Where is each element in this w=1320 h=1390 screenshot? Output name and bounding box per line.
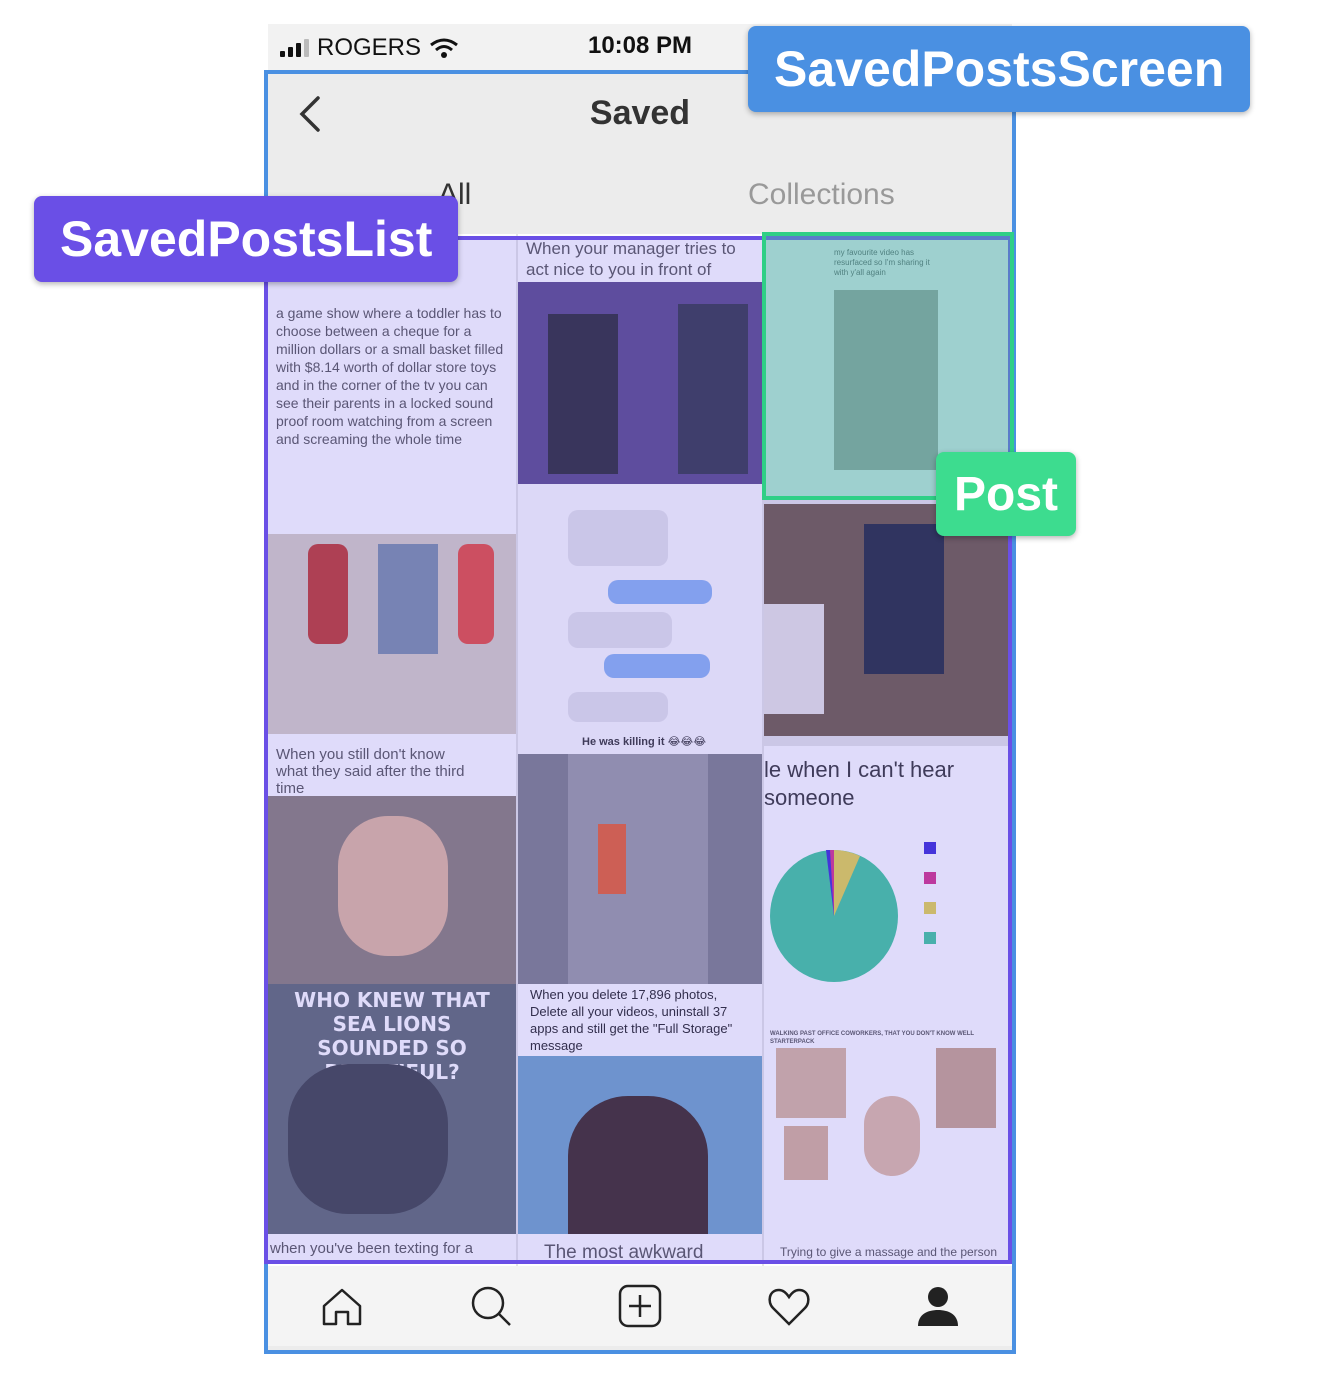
home-icon[interactable]: [318, 1282, 366, 1330]
tab-collections[interactable]: Collections: [748, 178, 895, 212]
profile-icon[interactable]: [914, 1282, 962, 1330]
post-label: Post: [936, 452, 1077, 536]
saved-posts-list-label: SavedPostsList: [34, 196, 459, 282]
bottom-tab-bar: [268, 1266, 1012, 1346]
search-icon[interactable]: [467, 1282, 515, 1330]
saved-posts-screen-label: SavedPostsScreen: [748, 26, 1251, 112]
add-post-icon[interactable]: [616, 1282, 664, 1330]
heart-icon[interactable]: [765, 1282, 813, 1330]
